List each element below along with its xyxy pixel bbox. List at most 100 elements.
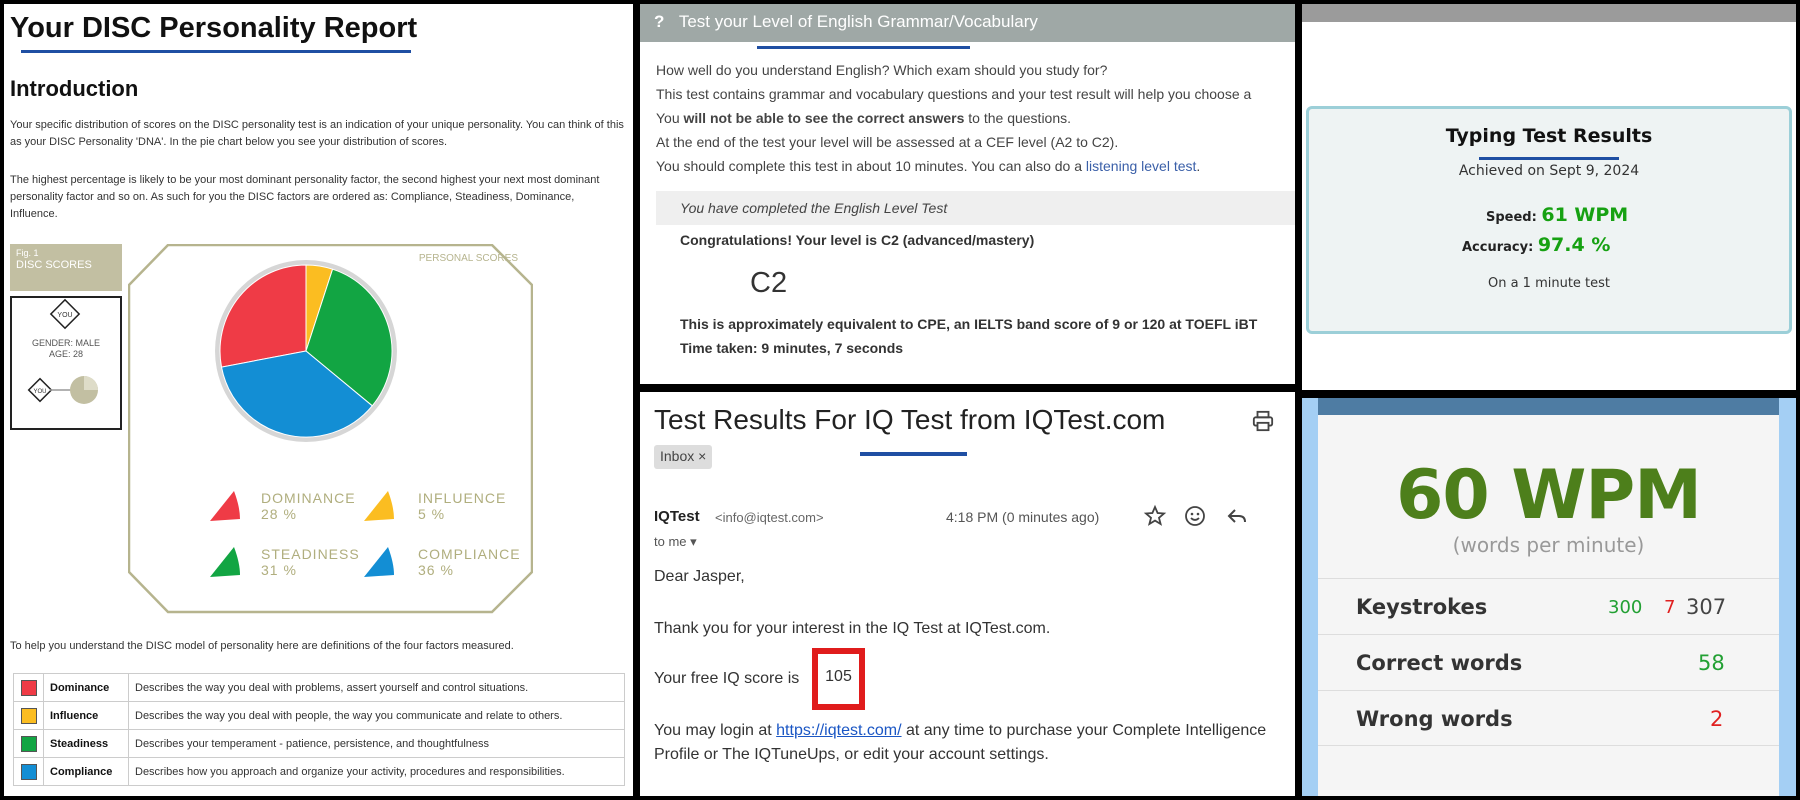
keystrokes-wrong: 7: [1664, 597, 1676, 618]
legend-dominance: DOMINANCE 28 %: [261, 490, 356, 522]
emoji-icon[interactable]: [1183, 504, 1207, 528]
line3-bold: will not be able to see the correct answ…: [683, 110, 965, 126]
legend-compliance-name: COMPLIANCE: [418, 546, 521, 562]
legend-influence-pct: 5 %: [418, 506, 446, 522]
correct-words-value: 58: [1698, 651, 1725, 675]
iqtest-link[interactable]: https://iqtest.com/: [776, 722, 901, 739]
equivalent-text: This is approximately equivalent to CPE,…: [680, 316, 1258, 332]
accuracy-value: 97.4 %: [1537, 234, 1611, 256]
subject-underline: [860, 452, 967, 456]
reply-icon[interactable]: [1225, 504, 1249, 528]
definition-name: Compliance: [43, 757, 129, 786]
question-icon: ?: [654, 12, 665, 31]
line3-suffix: to the questions.: [964, 110, 1072, 126]
congrats-text: Congratulations! Your level is C2 (advan…: [680, 232, 1035, 248]
intro-paragraph: Your specific distribution of scores on …: [10, 119, 624, 148]
keystrokes-label: Keystrokes: [1356, 595, 1488, 619]
typing-title: Typing Test Results: [1445, 125, 1653, 147]
speed-label: Speed:: [1486, 210, 1537, 225]
legend-steadiness-pct: 31 %: [261, 562, 297, 578]
wpm-unit: (words per minute): [1452, 533, 1645, 557]
definition-name: Influence: [43, 701, 129, 730]
compliance-legend-icon: [364, 547, 394, 577]
legend-steadiness: STEADINESS 31 %: [261, 546, 360, 578]
iq-email-panel: Test Results For IQ Test from IQTest.com…: [640, 392, 1295, 796]
correct-words-row: Correct words 58: [1318, 634, 1779, 690]
recipient-dropdown[interactable]: to me ▾: [654, 534, 697, 550]
age-label: AGE: 28: [48, 349, 84, 359]
definition-name: Dominance: [43, 673, 129, 702]
definition-desc: Describes how you approach and organize …: [128, 757, 625, 786]
title-underline: [1479, 157, 1619, 160]
disc-report-panel: Your DISC Personality Report Introductio…: [4, 4, 633, 796]
legend-dominance-pct: 28 %: [261, 506, 297, 522]
line3-prefix: You: [656, 110, 684, 126]
top-bar: [1302, 4, 1796, 22]
login-sentence-2: Profile or The IQTuneUps, or edit your a…: [654, 746, 1049, 763]
sender-name[interactable]: IQTest: [654, 508, 700, 525]
table-row: Compliance Describes how you approach an…: [13, 757, 625, 786]
legend-influence: INFLUENCE 5 %: [418, 490, 506, 522]
speed-stat: Speed: 61 WPM: [1486, 204, 1628, 226]
correct-words-label: Correct words: [1356, 651, 1523, 675]
page-title: Your DISC Personality Report: [10, 12, 418, 44]
english-title-bar: ? Test your Level of English Grammar/Voc…: [640, 4, 1295, 42]
english-line-2: This test contains grammar and vocabular…: [656, 86, 1252, 102]
iq-score-value: 105: [812, 648, 865, 710]
definition-desc: Describes your temperament - patience, p…: [128, 729, 625, 758]
title-underline: [757, 46, 970, 49]
keystrokes-total: 307: [1686, 595, 1727, 619]
definitions-intro: To help you understand the DISC model of…: [10, 640, 514, 652]
gender-label: GENDER: MALE: [31, 338, 100, 348]
typing-results-panel: Typing Test Results Achieved on Sept 9, …: [1302, 4, 1796, 390]
email-time: 4:18 PM (0 minutes ago): [946, 509, 1100, 525]
line5-suffix: .: [1196, 158, 1201, 174]
definition-name: Steadiness: [43, 729, 129, 758]
legend-steadiness-name: STEADINESS: [261, 546, 360, 562]
card-header: [1318, 398, 1779, 415]
pie-group: [215, 260, 397, 442]
inbox-label-chip[interactable]: Inbox ×: [654, 445, 713, 469]
legend-compliance-pct: 36 %: [418, 562, 454, 578]
legend-dominance-name: DOMINANCE: [261, 490, 356, 506]
table-row: Steadiness Describes your temperament - …: [13, 729, 625, 758]
persona-graphic: YOU YOU: [27, 298, 98, 404]
english-line-5: You should complete this test in about 1…: [656, 158, 1200, 174]
steadiness-swatch: [20, 735, 37, 752]
dominance-swatch: [20, 679, 37, 696]
steadiness-legend-icon: [210, 547, 240, 577]
dominance-legend-icon: [210, 491, 240, 521]
speed-value: 61 WPM: [1541, 204, 1629, 226]
wrong-words-row: Wrong words 2: [1318, 690, 1779, 746]
login-sentence: You may login at https://iqtest.com/ at …: [654, 722, 1266, 740]
definition-desc: Describes the way you deal with problems…: [128, 673, 625, 702]
email-subject: Test Results For IQ Test from IQTest.com: [654, 404, 1166, 435]
star-icon[interactable]: [1143, 504, 1167, 528]
compliance-swatch: [20, 763, 37, 780]
figure-title: DISC SCORES: [16, 259, 92, 271]
legend-influence-name: INFLUENCE: [418, 490, 507, 506]
typing-results-card: Typing Test Results Achieved on Sept 9, …: [1306, 106, 1792, 334]
table-row: Influence Describes the way you deal wit…: [13, 701, 625, 730]
login-prefix: You may login at: [654, 722, 777, 739]
english-line-4: At the end of the test your level will b…: [656, 134, 1119, 150]
line5-prefix: You should complete this test in about 1…: [656, 158, 1086, 174]
figure-number: Fig. 1: [16, 248, 39, 258]
influence-legend-icon: [364, 491, 394, 521]
keystrokes-correct: 300: [1608, 597, 1643, 618]
wrong-words-label: Wrong words: [1356, 707, 1513, 731]
intro-heading: Introduction: [10, 76, 139, 101]
disc-chart: PERSONAL SCORES DOMINANCE 28 % INFLUENCE…: [128, 244, 533, 614]
time-taken-text: Time taken: 9 minutes, 7 seconds: [680, 340, 904, 356]
english-line-3: You will not be able to see the correct …: [656, 110, 1071, 126]
achieved-date: Achieved on Sept 9, 2024: [1458, 163, 1640, 179]
email-thanks: Thank you for your interest in the IQ Te…: [654, 620, 1051, 637]
title-underline: [21, 50, 411, 53]
listening-test-link[interactable]: listening level test: [1086, 158, 1197, 174]
wpm-card: 60 WPM (words per minute) Keystrokes 300…: [1318, 398, 1779, 796]
english-title: Test your Level of English Grammar/Vocab…: [678, 12, 1038, 31]
print-icon[interactable]: [1252, 410, 1274, 432]
sender-email: <info@iqtest.com>: [715, 510, 824, 525]
score-sentence: Your free IQ score is: [654, 670, 800, 687]
legend-compliance: COMPLIANCE 36 %: [418, 546, 521, 578]
